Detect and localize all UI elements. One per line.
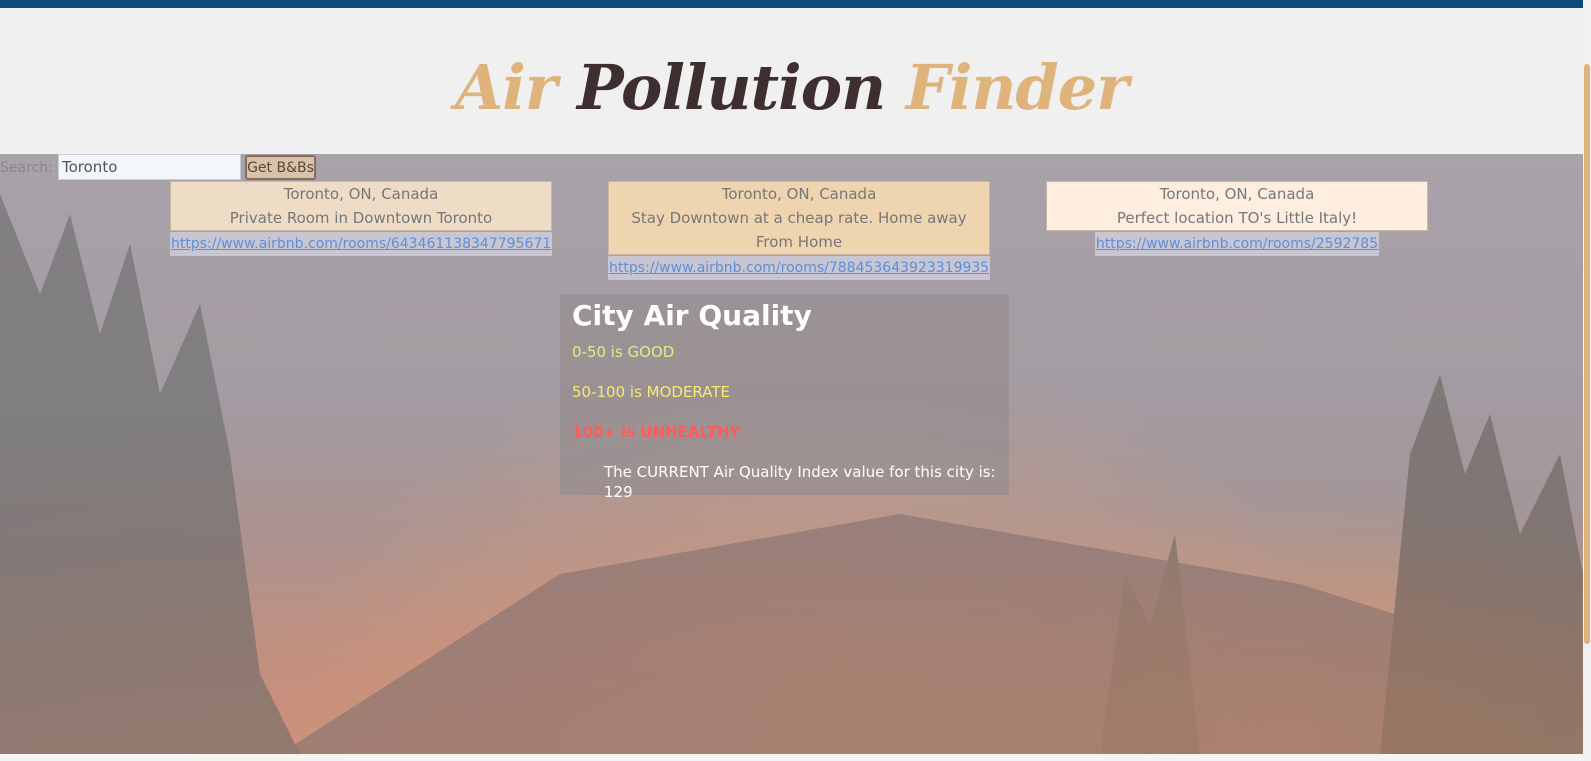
listing-card: Toronto, ON, Canada Stay Downtown at a c… bbox=[608, 181, 991, 280]
page-title: Air Pollution Finder bbox=[0, 52, 1583, 124]
listing-info: Toronto, ON, Canada Perfect location TO'… bbox=[1046, 181, 1428, 231]
search-label: Search: bbox=[0, 160, 53, 176]
aqi-moderate-range: 50-100 is MODERATE bbox=[572, 383, 730, 401]
listing-name: Stay Downtown at a cheap rate. Home away… bbox=[631, 209, 967, 251]
page-scrollbar[interactable] bbox=[1583, 0, 1591, 761]
listing-link[interactable]: https://www.airbnb.com/rooms/64346113834… bbox=[170, 232, 553, 256]
air-quality-title: City Air Quality bbox=[572, 299, 812, 332]
page-bottom-strip bbox=[0, 754, 1583, 761]
city-search-input[interactable] bbox=[58, 154, 241, 180]
title-word-finder: Finder bbox=[905, 51, 1129, 124]
listing-info: Toronto, ON, Canada Stay Downtown at a c… bbox=[608, 181, 990, 255]
listing-card: Toronto, ON, Canada Perfect location TO'… bbox=[1046, 181, 1428, 256]
site-header: Air Pollution Finder bbox=[0, 8, 1583, 154]
title-word-pollution: Pollution bbox=[577, 51, 886, 124]
scrollbar-thumb[interactable] bbox=[1584, 64, 1590, 644]
air-quality-card: City Air Quality 0-50 is GOOD 50-100 is … bbox=[560, 294, 1009, 501]
listing-name: Private Room in Downtown Toronto bbox=[229, 209, 493, 227]
get-bnbs-button[interactable]: Get B&Bs bbox=[245, 155, 316, 180]
listing-location: Toronto, ON, Canada bbox=[283, 185, 439, 203]
listing-link[interactable]: https://www.airbnb.com/rooms/2592785 bbox=[1094, 232, 1380, 256]
title-word-air: Air bbox=[455, 51, 557, 124]
aqi-good-range: 0-50 is GOOD bbox=[572, 343, 675, 361]
current-aqi-value: The CURRENT Air Quality Index value for … bbox=[604, 463, 996, 501]
listing-info: Toronto, ON, Canada Private Room in Down… bbox=[170, 181, 552, 231]
listing-location: Toronto, ON, Canada bbox=[721, 185, 877, 203]
listing-link[interactable]: https://www.airbnb.com/rooms/78845364392… bbox=[608, 256, 991, 280]
listing-name: Perfect location TO's Little Italy! bbox=[1116, 209, 1358, 227]
aqi-unhealthy-range: 100+ is UNHEALTHY bbox=[572, 423, 741, 441]
top-bar bbox=[0, 0, 1591, 8]
listing-card: Toronto, ON, Canada Private Room in Down… bbox=[170, 181, 553, 256]
listing-location: Toronto, ON, Canada bbox=[1159, 185, 1315, 203]
